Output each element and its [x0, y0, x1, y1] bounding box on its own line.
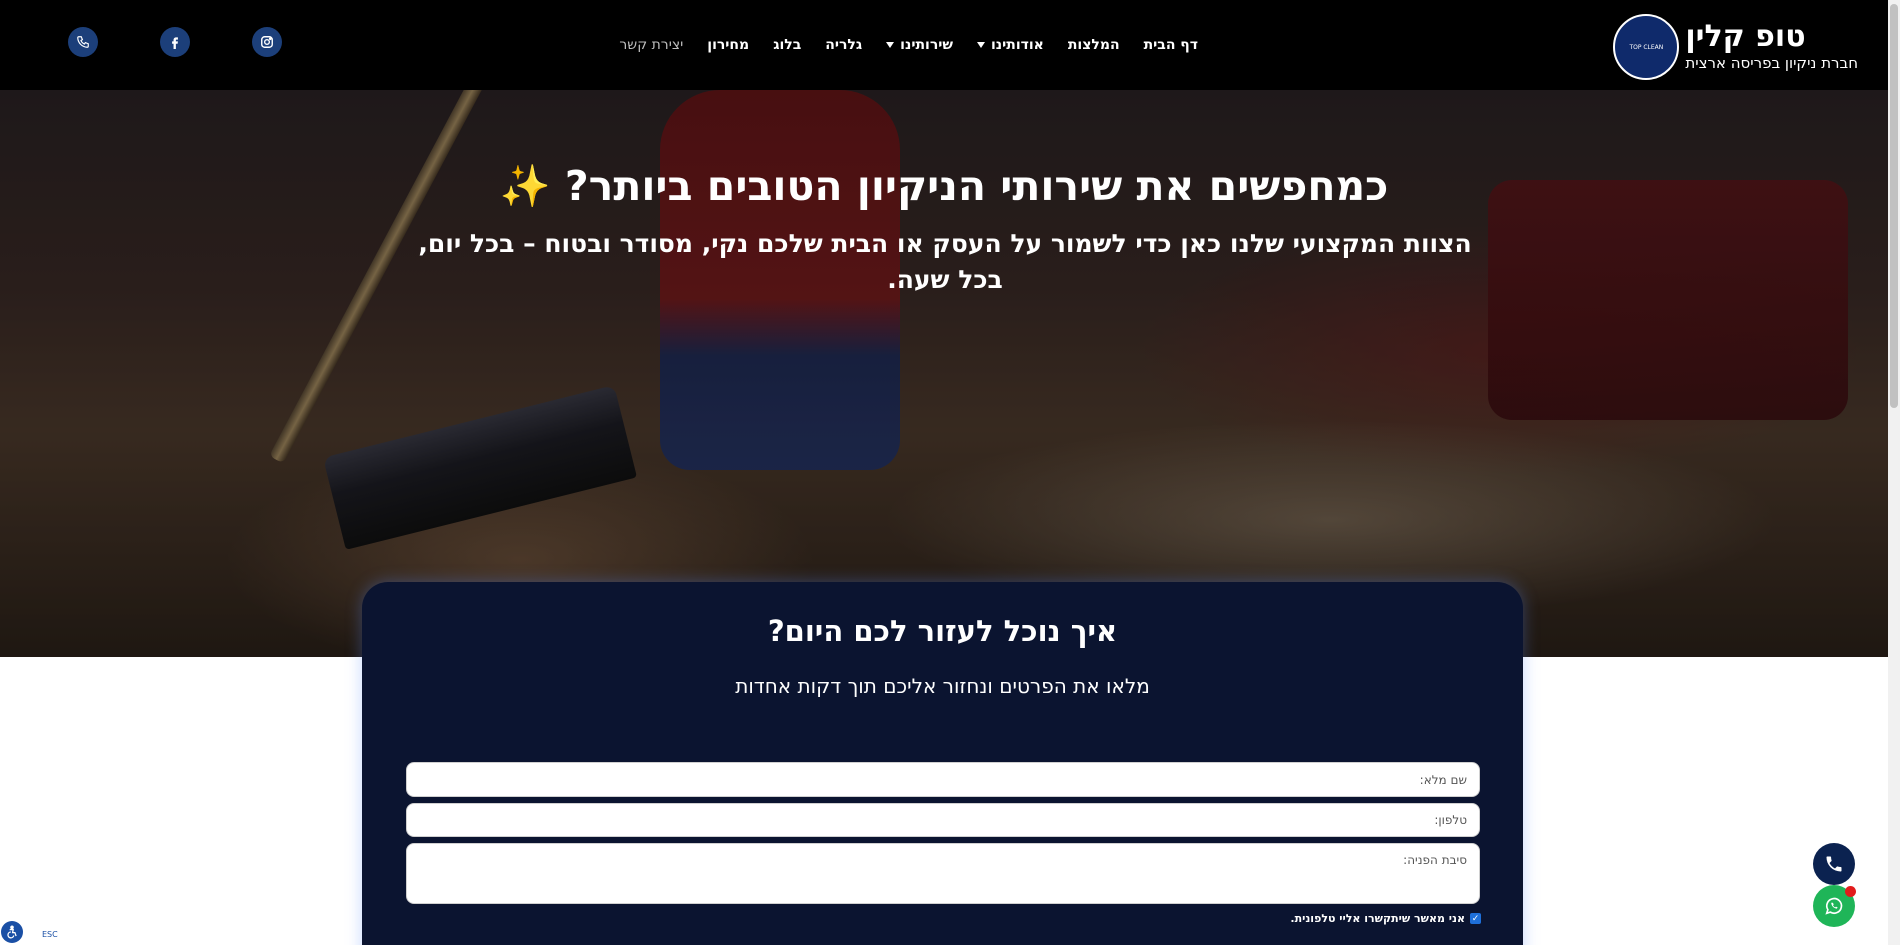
hero-title: כמחפשים את שירותי הניקיון הטובים ביותר? …: [499, 162, 1389, 210]
social-links: [68, 27, 282, 57]
name-field[interactable]: [406, 762, 1480, 797]
main-nav: דף הבית המלצות אודותינו שירותינו גלריה ב…: [619, 0, 1198, 90]
consent-label: אני מאשר שיתקשרו אליי טלפונית.: [1290, 912, 1465, 925]
page-scrollbar[interactable]: [1888, 0, 1900, 945]
nav-home[interactable]: דף הבית: [1144, 37, 1198, 53]
nav-label: אודותינו: [990, 37, 1044, 53]
scrollbar-thumb[interactable]: [1890, 4, 1898, 408]
contact-form-card: איך נוכל לעזור לכם היום? מלאו את הפרטים …: [362, 582, 1523, 945]
nav-blog[interactable]: בלוג: [773, 37, 801, 53]
logo[interactable]: TOP CLEAN: [1613, 14, 1680, 80]
nav-about[interactable]: אודותינו: [976, 37, 1044, 53]
nav-pricing[interactable]: מחירון: [707, 37, 749, 53]
brand-text: טופ קלין חברת ניקיון בפריסה ארצית: [1685, 21, 1858, 73]
logo-text: TOP CLEAN: [1629, 43, 1664, 51]
site-header: טופ קלין חברת ניקיון בפריסה ארצית TOP CL…: [0, 0, 1888, 90]
consent-row[interactable]: ✓ אני מאשר שיתקשרו אליי טלפונית.: [1290, 912, 1481, 925]
phone-field[interactable]: [406, 803, 1480, 837]
facebook-icon[interactable]: [160, 27, 190, 57]
nav-label: יצירת קשר: [619, 37, 684, 53]
phone-input[interactable]: [419, 813, 1467, 827]
nav-label: גלריה: [825, 37, 863, 53]
chevron-down-icon: [976, 42, 985, 48]
floating-call-button[interactable]: [1813, 843, 1855, 885]
brand[interactable]: טופ קלין חברת ניקיון בפריסה ארצית TOP CL…: [1613, 14, 1858, 80]
form-subtitle: מלאו את הפרטים ונחזור אליכם תוך דקות אחד…: [735, 674, 1150, 698]
consent-checkbox[interactable]: ✓: [1470, 913, 1481, 924]
brand-tagline: חברת ניקיון בפריסה ארצית: [1685, 54, 1858, 72]
hero-subtitle: הצוות המקצועי שלנו כאן כדי לשמור על העסק…: [418, 229, 1472, 294]
nav-label: המלצות: [1067, 37, 1120, 53]
form-title: איך נוכל לעזור לכם היום?: [767, 614, 1118, 648]
esc-hint: ESC: [42, 930, 58, 939]
phone-icon: [1826, 856, 1842, 872]
nav-gallery[interactable]: גלריה: [825, 37, 862, 53]
notification-badge: [1845, 886, 1856, 897]
accessibility-icon: [7, 925, 17, 939]
nav-label: מחירון: [707, 37, 750, 53]
instagram-icon[interactable]: [252, 27, 282, 57]
phone-icon[interactable]: [68, 27, 98, 57]
nav-label: בלוג: [773, 37, 802, 53]
nav-contact[interactable]: יצירת קשר: [619, 37, 683, 53]
name-input[interactable]: [419, 772, 1467, 787]
nav-label: דף הבית: [1143, 37, 1198, 53]
nav-testimonials[interactable]: המלצות: [1068, 37, 1120, 53]
chevron-down-icon: [886, 42, 895, 48]
nav-label: שירותינו: [900, 37, 953, 53]
reason-textarea[interactable]: [419, 853, 1467, 881]
nav-services[interactable]: שירותינו: [886, 37, 953, 53]
accessibility-button[interactable]: [1, 921, 23, 943]
brand-name: טופ קלין: [1685, 19, 1806, 54]
hero-section: כמחפשים את שירותי הניקיון הטובים ביותר? …: [0, 90, 1888, 657]
whatsapp-icon: [1825, 897, 1843, 915]
floating-whatsapp-button[interactable]: [1813, 885, 1856, 927]
reason-field[interactable]: [406, 843, 1480, 904]
